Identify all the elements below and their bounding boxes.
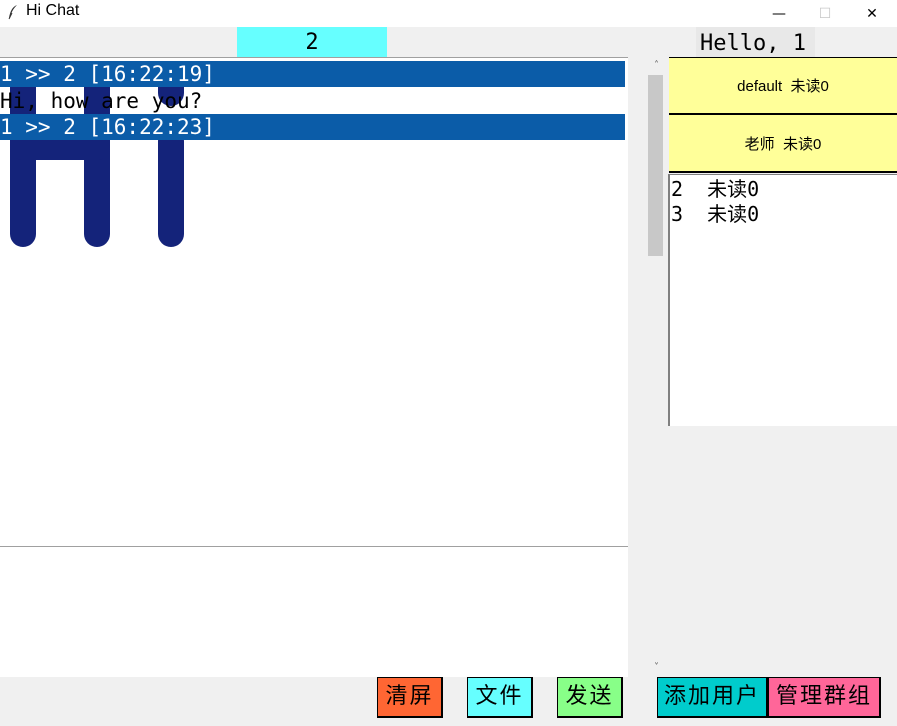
maximize-button[interactable]: ☐	[802, 0, 848, 27]
add-user-button[interactable]: 添加用户	[657, 677, 768, 718]
manage-group-button[interactable]: 管理群组	[768, 677, 881, 718]
scroll-down-icon[interactable]: ˅	[645, 660, 668, 676]
message-header: 1 >> 2 [16:22:23]	[0, 114, 625, 140]
message-input[interactable]	[0, 548, 628, 677]
scroll-thumb[interactable]	[648, 75, 663, 256]
user-list[interactable]: 2 未读0 3 未读0	[668, 174, 897, 426]
clear-screen-button[interactable]: 清屏	[377, 677, 443, 718]
input-divider	[0, 546, 628, 547]
window-title: Hi Chat	[26, 2, 80, 19]
group-default-button[interactable]: default 未读0	[669, 57, 897, 115]
minimize-button[interactable]: —	[756, 0, 802, 27]
group-teacher-button[interactable]: 老师 未读0	[669, 115, 897, 173]
user-list-item[interactable]: 3 未读0	[671, 201, 759, 227]
message-text: Hi, how are you?	[0, 89, 203, 113]
send-button[interactable]: 发送	[557, 677, 623, 718]
user-list-item[interactable]: 2 未读0	[671, 176, 759, 202]
message-header: 1 >> 2 [16:22:19]	[0, 61, 625, 87]
close-button[interactable]: ✕	[849, 0, 895, 27]
file-button[interactable]: 文件	[467, 677, 533, 718]
greeting-label: Hello, 1	[696, 27, 815, 57]
feather-icon	[8, 5, 17, 20]
chat-target-label: 2	[237, 27, 387, 57]
message-display[interactable]: 1 >> 2 [16:22:19] Hi, how are you? 1 >> …	[0, 57, 628, 548]
scroll-up-icon[interactable]: ˄	[645, 58, 668, 74]
